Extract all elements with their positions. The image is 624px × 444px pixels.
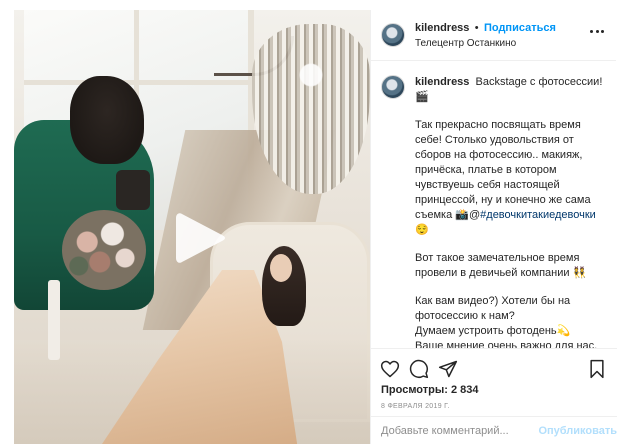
comment-icon[interactable] <box>409 359 429 379</box>
play-icon[interactable] <box>176 210 226 266</box>
heart-icon-svg <box>380 360 400 378</box>
caption-paragraph-1: Так прекрасно посвящать время себе! Стол… <box>415 118 606 238</box>
comment-input[interactable] <box>381 424 531 437</box>
bookmark-icon[interactable] <box>587 359 607 379</box>
bouquet <box>62 210 146 290</box>
play-icon-svg <box>176 213 225 263</box>
action-bar <box>371 348 617 379</box>
views-count[interactable]: Просмотры: 2 834 <box>381 384 479 396</box>
share-icon[interactable] <box>438 359 458 379</box>
post-header: kilendress • Подписаться Телецентр Остан… <box>371 10 616 61</box>
more-dot <box>590 30 593 33</box>
caption-avatar[interactable] <box>381 75 405 99</box>
camera <box>116 170 150 210</box>
photographer-hair <box>70 76 144 164</box>
instagram-post: kilendress • Подписаться Телецентр Остан… <box>0 0 624 444</box>
bookmark-icon-svg <box>590 359 604 379</box>
publish-button[interactable]: Опубликовать <box>538 425 617 437</box>
window-frame <box>24 80 254 85</box>
caption-paragraph-3: Как вам видео?) Хотели бы на фотосессию … <box>415 295 598 348</box>
more-icon[interactable] <box>590 30 604 34</box>
username-link[interactable]: kilendress <box>415 22 469 34</box>
post-date[interactable]: 8 февраля 2019 г. <box>381 403 450 410</box>
post-sidebar: kilendress • Подписаться Телецентр Остан… <box>370 10 617 444</box>
bride-face <box>270 254 292 282</box>
caption-row: kilendress Backstage с фотосессии! 🎬 Так… <box>381 75 606 348</box>
post-video[interactable] <box>14 10 370 444</box>
comment-bar: Опубликовать <box>371 416 617 444</box>
header-text: kilendress • Подписаться Телецентр Остан… <box>415 20 556 51</box>
flower-stand <box>48 280 60 360</box>
caption-text: Так прекрасно посвящать время себе! Стол… <box>415 119 591 221</box>
comment-icon-svg <box>409 359 429 379</box>
separator-dot: • <box>474 21 479 34</box>
follow-button[interactable]: Подписаться <box>484 22 556 34</box>
caption-area: kilendress Backstage с фотосессии! 🎬 Так… <box>371 61 616 348</box>
caption-text-end: 😌 <box>415 224 429 236</box>
caption-body: kilendress Backstage с фотосессии! 🎬 Так… <box>415 75 606 348</box>
caption-first-line: kilendress Backstage с фотосессии! 🎬 <box>415 75 606 105</box>
more-dot <box>595 30 599 33</box>
caption-paragraph-2: Вот такое замечательное время провели в … <box>415 252 587 279</box>
hashtag-link[interactable]: #девочкитакиедевочки <box>480 209 596 221</box>
heart-icon[interactable] <box>380 359 400 379</box>
location-link[interactable]: Телецентр Останкино <box>415 37 556 51</box>
avatar[interactable] <box>381 23 405 47</box>
more-dot <box>601 30 604 33</box>
caption-username-link[interactable]: kilendress <box>415 76 469 88</box>
share-icon-svg <box>438 360 458 378</box>
